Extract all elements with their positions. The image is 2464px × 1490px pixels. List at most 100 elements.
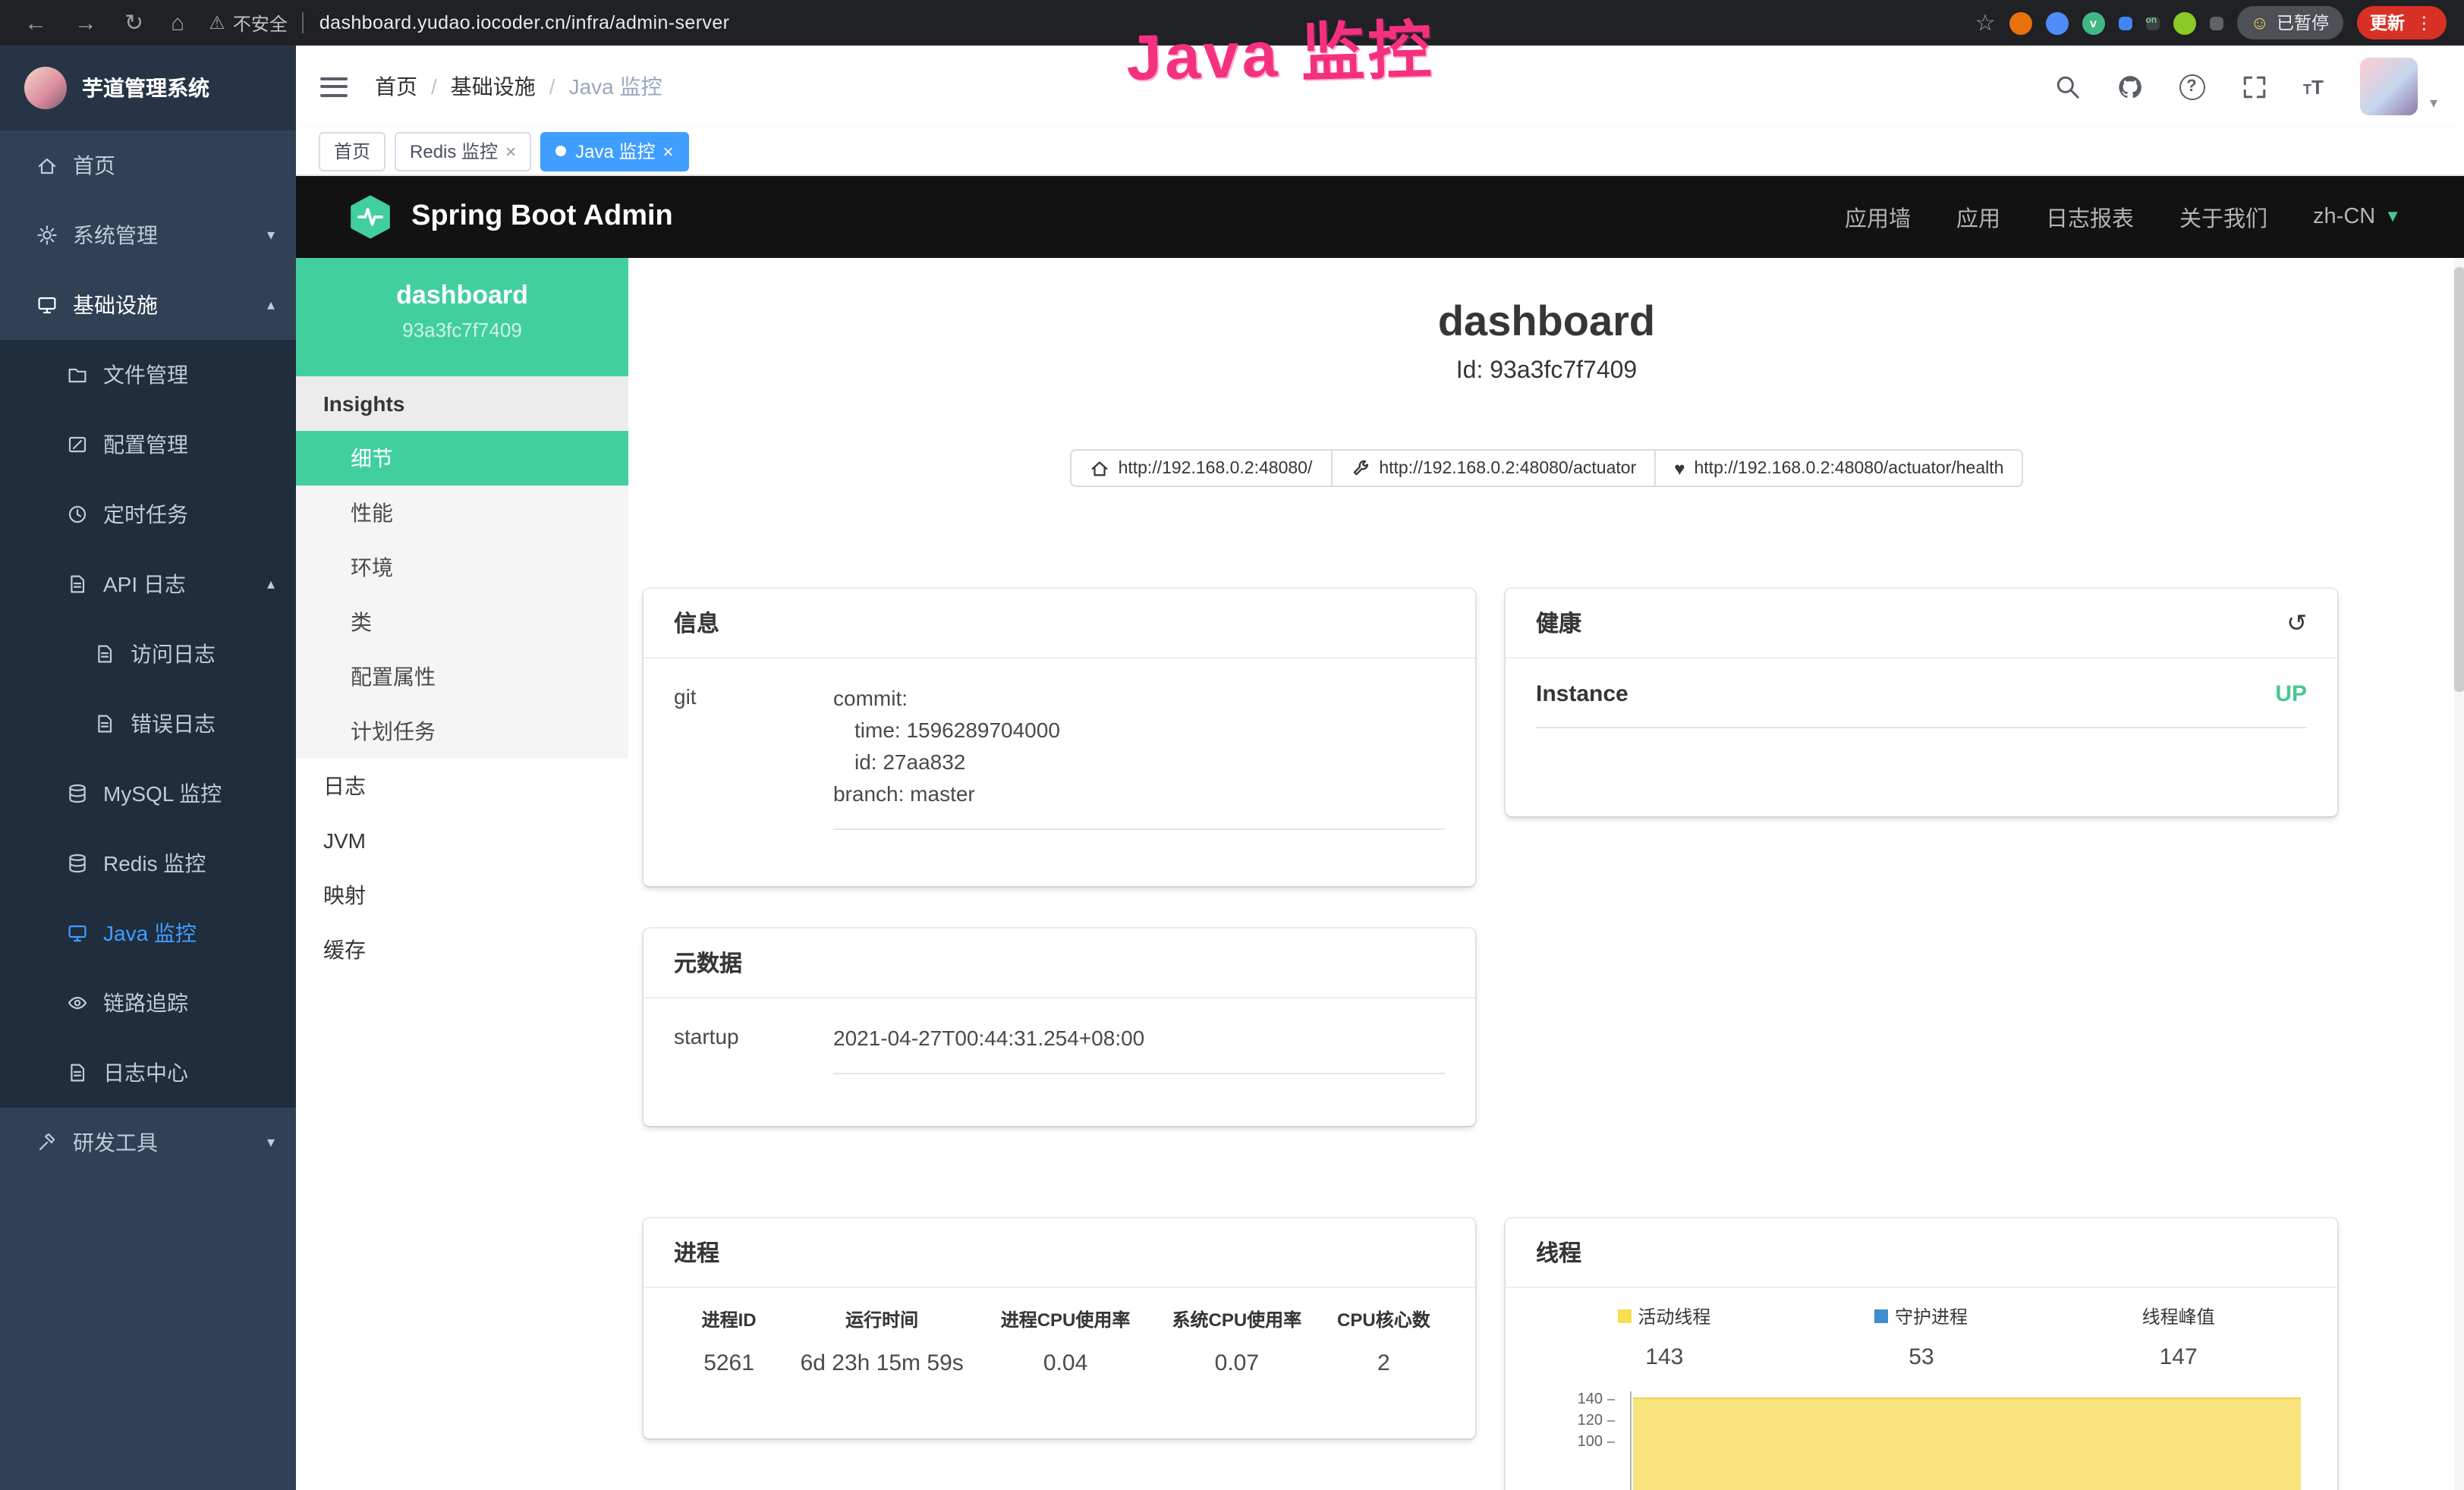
- sidebar-item-dev-tools[interactable]: 研发工具 ▾: [0, 1108, 296, 1177]
- font-size-icon[interactable]: TT: [2303, 75, 2324, 98]
- user-avatar[interactable]: [2360, 58, 2418, 115]
- sidebar-item-scheduled-jobs[interactable]: 定时任务: [0, 479, 296, 549]
- service-url-link[interactable]: http://192.168.0.2:48080/: [1070, 449, 1333, 487]
- monitor-icon: [67, 923, 88, 944]
- extension-icon[interactable]: [2173, 11, 2195, 34]
- sba-locale-select[interactable]: zh-CN ▼: [2313, 205, 2401, 229]
- sba-item-beans[interactable]: 类: [296, 595, 628, 649]
- legend-col: 线程峰值 147: [2050, 1303, 2307, 1370]
- sidebar-item-label: 基础设施: [73, 290, 158, 320]
- puzzle-icon[interactable]: [2209, 16, 2223, 30]
- instance-header[interactable]: dashboard 93a3fc7f7409: [296, 258, 628, 376]
- sidebar-item-java-monitor[interactable]: Java 监控: [0, 898, 296, 968]
- menu-fold-icon[interactable]: [320, 71, 348, 102]
- infra-submenu: 文件管理 配置管理 定时任务 API 日志 ▴ 访问日志 错误日志: [0, 340, 296, 1108]
- tab-home[interactable]: 首页: [319, 131, 385, 171]
- sidebar-item-infra[interactable]: 基础设施 ▴: [0, 270, 296, 340]
- sidebar-item-files[interactable]: 文件管理: [0, 340, 296, 410]
- profile-paused-badge[interactable]: ☺ 已暂停: [2236, 6, 2343, 39]
- address-bar[interactable]: ⚠ 不安全 dashboard.yudao.iocoder.cn/infra/a…: [209, 10, 1975, 36]
- app-logo[interactable]: 芋道管理系统: [0, 46, 296, 130]
- sba-brand[interactable]: Spring Boot Admin: [296, 194, 673, 240]
- fullscreen-icon[interactable]: [2241, 74, 2267, 99]
- sba-item-details[interactable]: 细节: [296, 431, 628, 486]
- health-row[interactable]: Instance UP: [1536, 659, 2307, 728]
- reload-icon[interactable]: ↻: [124, 11, 143, 34]
- metadata-card: 元数据 startup 2021-04-27T00:44:31.254+08:0…: [644, 929, 1475, 1126]
- screen: ← → ↻ ⌂ ⚠ 不安全 dashboard.yudao.iocoder.cn…: [0, 0, 2464, 1490]
- health-url-link[interactable]: ♥ http://192.168.0.2:48080/actuator/heal…: [1654, 449, 2023, 487]
- browser-home-icon[interactable]: ⌂: [171, 11, 184, 34]
- sba-brand-title: Spring Boot Admin: [411, 200, 673, 234]
- close-icon[interactable]: ×: [505, 140, 516, 162]
- tab-java-monitor[interactable]: Java 监控 ×: [540, 131, 688, 171]
- sba-section-insights: Insights: [296, 376, 628, 431]
- breadcrumb-home[interactable]: 首页: [375, 71, 417, 102]
- active-threads-swatch: [1618, 1309, 1632, 1323]
- scrollbar-thumb[interactable]: [2454, 267, 2464, 692]
- sidebar-item-redis-monitor[interactable]: Redis 监控: [0, 828, 296, 898]
- sba-nav-journal[interactable]: 日志报表: [2046, 201, 2134, 233]
- sidebar-item-error-log[interactable]: 错误日志: [0, 689, 296, 759]
- info-key: git: [674, 683, 833, 830]
- forward-icon[interactable]: →: [74, 11, 97, 34]
- process-col: CPU核心数 2: [1323, 1306, 1445, 1376]
- spring-boot-admin-logo-icon: [348, 194, 393, 240]
- y-axis-tick: 120: [1536, 1413, 1615, 1429]
- sba-item-caches[interactable]: 缓存: [296, 923, 628, 977]
- history-icon[interactable]: ↺: [2286, 608, 2307, 638]
- instance-id-line: Id: 93a3fc7f7409: [628, 358, 2464, 385]
- github-icon[interactable]: [2116, 74, 2142, 99]
- browser-menu-icon[interactable]: ⋮: [2415, 12, 2433, 33]
- sidebar-item-log-center[interactable]: 日志中心: [0, 1038, 296, 1108]
- close-icon[interactable]: ×: [662, 140, 673, 162]
- back-icon[interactable]: ←: [24, 11, 47, 34]
- sba-item-jvm[interactable]: JVM: [296, 813, 628, 868]
- instance-name: dashboard: [296, 281, 628, 311]
- sba-item-loggers[interactable]: 日志: [296, 759, 628, 813]
- sidebar-item-api-log[interactable]: API 日志 ▴: [0, 549, 296, 619]
- active-threads-area: [1633, 1397, 2301, 1490]
- col-value: 0.07: [1151, 1350, 1323, 1376]
- sidebar-item-mysql-monitor[interactable]: MySQL 监控: [0, 759, 296, 828]
- actuator-url-link[interactable]: http://192.168.0.2:48080/actuator: [1330, 449, 1656, 487]
- process-card-body: 进程ID 5261 运行时间 6d 23h 15m 59s 进程CPU使用率 0…: [644, 1288, 1475, 1400]
- chart-plot-area: [1630, 1391, 2301, 1490]
- sidebar-item-config[interactable]: 配置管理: [0, 410, 296, 479]
- sba-sidebar: dashboard 93a3fc7f7409 Insights 细节 性能 环境…: [296, 258, 628, 1490]
- sidebar-item-label: Java 监控: [103, 918, 197, 948]
- legend-col: 活动线程 143: [1536, 1303, 1793, 1370]
- tab-redis-monitor[interactable]: Redis 监控 ×: [395, 131, 531, 171]
- sba-nav-about[interactable]: 关于我们: [2179, 201, 2267, 233]
- card-title: 进程: [674, 1237, 719, 1268]
- search-icon[interactable]: [2054, 74, 2080, 99]
- sidebar-item-access-log[interactable]: 访问日志: [0, 619, 296, 689]
- scrollbar-track[interactable]: [2454, 258, 2464, 1490]
- extension-icon[interactable]: [2009, 11, 2031, 34]
- extension-icon[interactable]: [2045, 11, 2068, 34]
- avatar-caret-icon[interactable]: ▾: [2430, 96, 2437, 115]
- update-button[interactable]: 更新 ⋮: [2356, 6, 2447, 39]
- sba-item-config-props[interactable]: 配置属性: [296, 649, 628, 704]
- sba-item-scheduled-tasks[interactable]: 计划任务: [296, 704, 628, 759]
- threads-card-header: 线程: [1506, 1218, 2337, 1288]
- sba-item-mappings[interactable]: 映射: [296, 868, 628, 923]
- server-icon: [36, 294, 58, 316]
- extension-icon[interactable]: [2118, 16, 2132, 30]
- sba-nav-wallboard[interactable]: 应用墙: [1845, 201, 1911, 233]
- extension-on-icon[interactable]: on: [2145, 16, 2159, 30]
- sba-nav-applications[interactable]: 应用: [1956, 201, 2000, 233]
- url-text[interactable]: dashboard.yudao.iocoder.cn/infra/admin-s…: [319, 12, 730, 33]
- help-icon[interactable]: ?: [2179, 74, 2204, 99]
- breadcrumb-infra[interactable]: 基础设施: [451, 71, 536, 102]
- sba-item-metrics[interactable]: 性能: [296, 486, 628, 540]
- sidebar-item-system[interactable]: 系统管理 ▾: [0, 200, 296, 270]
- update-label: 更新: [2370, 11, 2405, 35]
- breadcrumb-separator: /: [549, 74, 555, 99]
- vue-devtools-icon[interactable]: v: [2082, 11, 2104, 34]
- bookmark-star-icon[interactable]: ☆: [1975, 11, 1996, 34]
- sba-item-environment[interactable]: 环境: [296, 540, 628, 595]
- sidebar-item-label: MySQL 监控: [103, 778, 222, 809]
- sidebar-item-home[interactable]: 首页: [0, 130, 296, 200]
- sidebar-item-tracing[interactable]: 链路追踪: [0, 968, 296, 1038]
